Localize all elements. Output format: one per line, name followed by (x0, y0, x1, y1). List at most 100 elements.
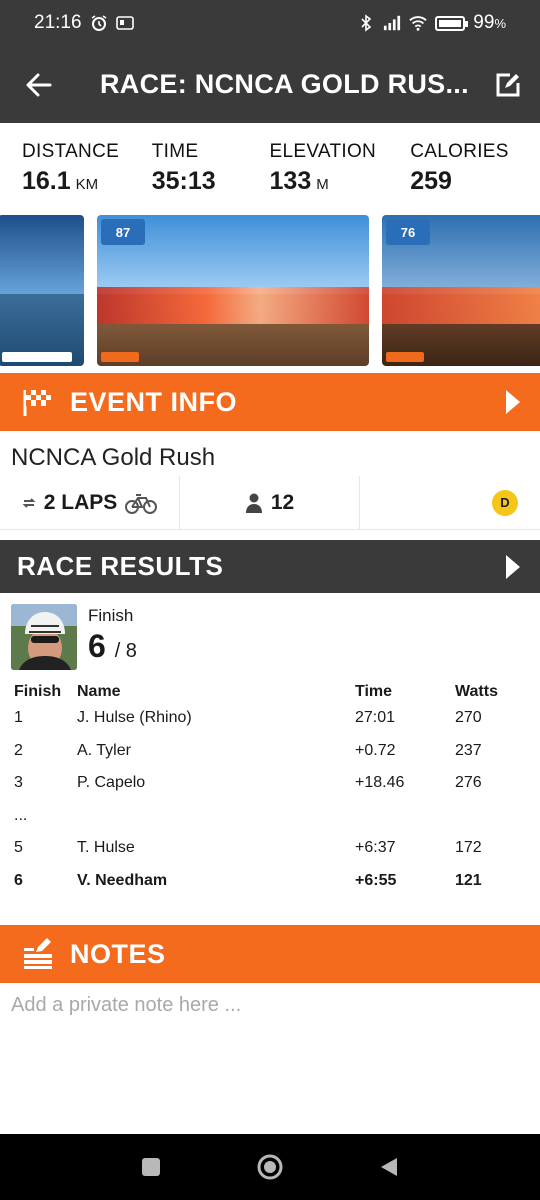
battery-percent: 99% (473, 12, 506, 33)
back-arrow-icon (26, 73, 52, 96)
status-bar: 21:16 99% (0, 0, 540, 46)
edit-button[interactable] (476, 46, 540, 123)
stat-label: TIME (151, 141, 199, 162)
laps-icon (22, 497, 36, 508)
stat-label: ELEVATION (269, 141, 377, 162)
cell-time: +0.72 (355, 741, 396, 759)
cell-watts: 276 (455, 774, 482, 792)
results-header-row: Finish Name Time Watts (14, 682, 526, 702)
menu-button (386, 352, 424, 362)
cell-watts: 237 (455, 741, 482, 759)
cell-position: 1 (14, 709, 23, 727)
screenshot-thumbnail[interactable] (0, 213, 86, 368)
rider-icon (245, 493, 262, 513)
back-button[interactable] (0, 46, 78, 123)
race-results-header[interactable]: RACE RESULTS (0, 540, 540, 593)
cell-time: 27:01 (355, 709, 396, 727)
laps-label: 2 LAPS (43, 490, 118, 514)
screenshot-thumbnail[interactable]: 76 (380, 213, 540, 368)
home-button[interactable] (256, 1153, 284, 1181)
recents-button[interactable] (140, 1156, 162, 1178)
column-header: Watts (455, 683, 498, 700)
back-nav-button[interactable] (378, 1156, 400, 1178)
finish-position: 6 / 8 (88, 628, 137, 664)
stat-calories: CALORIES 259 (410, 123, 540, 213)
cell-position: 5 (14, 839, 23, 857)
cell-name: T. Hulse (77, 839, 135, 857)
notes-title: NOTES (70, 938, 166, 969)
page-title: RACE: NCNCA GOLD RUS... (100, 69, 469, 99)
clock: 21:16 (34, 12, 82, 33)
cell-time: +6:37 (355, 839, 396, 857)
event-info-title: EVENT INFO (70, 386, 238, 417)
activity-stats: DISTANCE 16.1 KM TIME 35:13 ELEVATION 133… (0, 123, 540, 213)
bicycle-icon (125, 493, 158, 514)
cell-position: 6 (14, 871, 23, 889)
app-header: RACE: NCNCA GOLD RUS... (0, 46, 540, 123)
stat-value: 133 M (269, 167, 329, 195)
cell-time (355, 800, 455, 833)
results-table: Finish Name Time Watts 1 J. Hulse (Rhino… (14, 682, 526, 897)
status-right: 99% (357, 12, 506, 34)
table-row: 5 T. Hulse +6:37 172 (14, 832, 526, 865)
notification-icon (115, 16, 134, 30)
event-name: NCNCA Gold Rush (11, 444, 216, 471)
cell-name: P. Capelo (77, 774, 146, 792)
event-category: D (360, 476, 540, 529)
system-nav-bar (0, 1134, 540, 1200)
table-row: 1 J. Hulse (Rhino) 27:01 270 (14, 702, 526, 735)
category-badge: D (492, 489, 518, 516)
stat-value: 35:13 (151, 167, 216, 195)
chevron-right-icon (506, 554, 520, 579)
status-left: 21:16 (34, 12, 134, 34)
power-badge: 76 (386, 219, 430, 245)
cell-position: 3 (14, 774, 23, 792)
cell-name: V. Needham (77, 871, 168, 889)
cell-time: +6:55 (355, 871, 397, 889)
event-info-header[interactable]: EVENT INFO (0, 373, 540, 431)
avatar (11, 604, 77, 670)
column-header: Finish (14, 683, 62, 700)
rider-count: 12 (270, 490, 295, 514)
power-badge: 87 (101, 219, 145, 245)
stat-time: TIME 35:13 (152, 123, 270, 213)
cell-position: ... (14, 806, 28, 824)
cell-watts: 270 (455, 709, 482, 727)
event-details: 2 LAPS 12 D (0, 476, 540, 530)
cell-name (77, 800, 355, 833)
bluetooth-icon (361, 14, 372, 32)
signal-icon (384, 15, 401, 31)
wifi-icon (409, 16, 428, 31)
stat-elevation: ELEVATION 133 M (270, 123, 411, 213)
cell-name: J. Hulse (Rhino) (77, 709, 192, 727)
notes-header: NOTES (0, 925, 540, 983)
stat-label: CALORIES (410, 141, 509, 162)
table-row: 3 P. Capelo +18.46 276 (14, 767, 526, 800)
notes-input[interactable]: Add a private note here ... (11, 994, 241, 1017)
chevron-right-icon (506, 390, 520, 414)
stat-value: 259 (410, 167, 452, 195)
alarm-icon (91, 15, 106, 31)
screenshot-thumbnail[interactable]: 87 (95, 213, 371, 368)
column-header: Name (77, 683, 121, 700)
table-row: 2 A. Tyler +0.72 237 (14, 735, 526, 768)
finish-label: Finish (88, 606, 134, 625)
screenshot-carousel[interactable]: 87 76 (0, 213, 540, 369)
column-header: Time (355, 683, 393, 700)
race-results-title: RACE RESULTS (17, 551, 224, 581)
notes-icon (22, 937, 56, 971)
cell-watts (455, 800, 526, 833)
cell-watts: 172 (455, 839, 482, 857)
checkered-flag-icon (22, 385, 56, 419)
battery-icon (435, 15, 469, 31)
menu-button (101, 352, 139, 362)
stat-value: 16.1 KM (22, 167, 99, 195)
cell-position: 2 (14, 741, 23, 759)
table-row-ellipsis: ... (14, 800, 526, 833)
stat-label: DISTANCE (22, 141, 120, 162)
cell-time: +18.46 (355, 774, 405, 792)
event-laps: 2 LAPS (0, 476, 180, 529)
event-riders: 12 (180, 476, 360, 529)
cell-name: A. Tyler (77, 741, 131, 759)
table-row-current-user: 6 V. Needham +6:55 121 (14, 865, 526, 898)
